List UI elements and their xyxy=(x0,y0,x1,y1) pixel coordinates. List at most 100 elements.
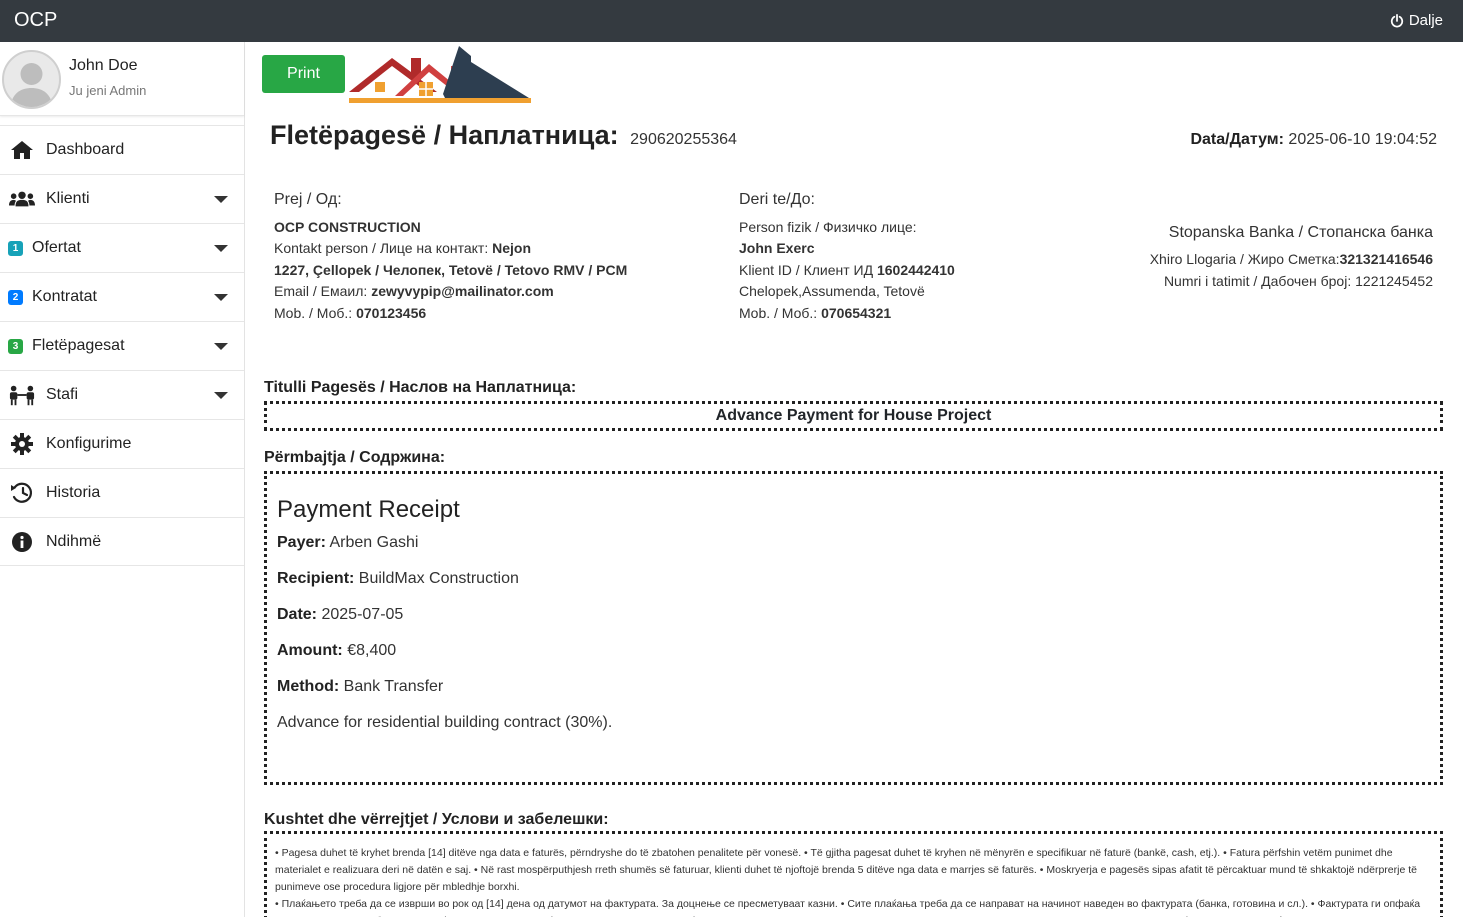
payer-value: Arben Gashi xyxy=(329,534,419,551)
sidebar-item-label: Ofertat xyxy=(32,239,81,256)
payer-label: Payer: xyxy=(277,534,326,551)
number-badge: 3 xyxy=(8,338,23,354)
sidebar-item-label: Stafi xyxy=(46,386,79,403)
sender-block: Prej / Од: OCP CONSTRUCTION Kontakt pers… xyxy=(274,189,627,324)
sidebar-item-label: Ndihmë xyxy=(46,532,102,550)
invoice-date: Data/Датум: 2025-06-10 19:04:52 xyxy=(1190,131,1437,149)
sidebar-item-ndihme[interactable]: Ndihmë xyxy=(0,517,244,566)
chevron-down-icon[interactable] xyxy=(214,294,228,301)
receipt-date-label: Date: xyxy=(277,606,318,623)
number-badge: 1 xyxy=(8,240,23,256)
account-label: Xhiro Llogaria / Жиро Сметка: xyxy=(1149,251,1340,267)
client-id-value: 1602442410 xyxy=(876,261,955,278)
home-icon xyxy=(9,139,35,161)
bank-name: Stopanska Banka / Стопанска банка xyxy=(1168,224,1433,241)
invoice-title: Fletëpagesë / Наплатница: 290620255364 xyxy=(270,120,737,151)
recipient-type: Person fizik / Физичко лице: xyxy=(739,218,917,235)
brand-logo-text[interactable]: OCP xyxy=(14,9,57,32)
mob-label: Mob. / Моб.: xyxy=(739,304,818,321)
bank-block: Stopanska Banka / Стопанска банка Xhiro … xyxy=(1150,222,1433,292)
content-heading: Përmbajtja / Содржина: xyxy=(264,449,446,466)
contact-value: Nejon xyxy=(492,240,531,256)
recipient-address: Chelopek,Assumenda, Tetovë xyxy=(739,283,925,299)
date-line: Date: 2025-07-05 xyxy=(277,606,1430,624)
user-avatar-icon xyxy=(10,63,53,107)
payment-title-box: Advance Payment for House Project xyxy=(264,401,1443,431)
sidebar-item-stafi[interactable]: Stafi xyxy=(0,370,244,419)
payment-title-heading: Titulli Pagesës / Наслов на Наплатница: xyxy=(264,379,577,396)
recipient-value: BuildMax Construction xyxy=(358,570,519,587)
sidebar-item-klienti[interactable]: Klienti xyxy=(0,174,244,223)
sidebar-item-label: Fletëpagesat xyxy=(32,337,125,354)
recipient-heading: Deri te/До: xyxy=(739,191,815,208)
company-logo-image xyxy=(349,46,531,103)
sidebar-item-label: Konfigurime xyxy=(46,435,132,452)
amount-value: €8,400 xyxy=(347,642,397,659)
contact-label: Kontakt person / Лице на контакт: xyxy=(274,240,489,256)
logout-label: Dalje xyxy=(1408,12,1443,29)
mob-label: Mob. / Моб.: xyxy=(274,304,353,321)
staff-icon xyxy=(9,384,35,406)
tax-value: 1221245452 xyxy=(1355,273,1433,289)
method-value: Bank Transfer xyxy=(343,678,444,695)
recipient-line: Recipient: BuildMax Construction xyxy=(277,570,1430,588)
method-label: Method: xyxy=(277,678,340,695)
users-icon xyxy=(9,188,35,210)
email-label: Email / Емаил: xyxy=(274,283,368,299)
invoice-title-text: Fletëpagesë / Наплатница: xyxy=(270,120,619,150)
recipient-name: John Exerc xyxy=(739,240,815,256)
mob-value: 070654321 xyxy=(821,304,892,321)
avatar xyxy=(2,50,61,109)
mob-value: 070123456 xyxy=(356,304,427,321)
sender-company: OCP CONSTRUCTION xyxy=(274,218,421,235)
sender-address: 1227, Çellopek / Челопек, Tetovë / Tetov… xyxy=(274,261,628,278)
invoice-number: 290620255364 xyxy=(630,131,737,148)
power-icon xyxy=(1390,13,1403,27)
amount-line: Amount: €8,400 xyxy=(277,642,1430,660)
sidebar-item-label: Klienti xyxy=(46,190,90,207)
sidebar: John Doe Ju jeni Admin Dashboard Klienti… xyxy=(0,42,245,917)
user-role: Ju jeni Admin xyxy=(69,83,147,98)
info-icon xyxy=(9,531,35,553)
sidebar-item-konfigurime[interactable]: Konfigurime xyxy=(0,419,244,468)
date-value: 2025-06-10 19:04:52 xyxy=(1288,131,1437,148)
terms-box: • Pagesa duhet të kryhet brenda [14] dit… xyxy=(264,831,1443,917)
sender-heading: Prej / Од: xyxy=(274,191,342,208)
terms-text-albanian: • Pagesa duhet të kryhet brenda [14] dit… xyxy=(275,847,1417,893)
sidebar-item-label: Kontratat xyxy=(32,288,97,305)
sidebar-item-historia[interactable]: Historia xyxy=(0,468,244,517)
receipt-heading: Payment Receipt xyxy=(277,496,460,523)
number-badge: 2 xyxy=(8,289,23,305)
recipient-label: Recipient: xyxy=(277,570,355,587)
sidebar-item-fletepagesat[interactable]: 3 Fletëpagesat xyxy=(0,321,244,370)
receipt-date-value: 2025-07-05 xyxy=(321,606,404,623)
method-line: Method: Bank Transfer xyxy=(277,678,1430,696)
logout-button[interactable]: Dalje xyxy=(1390,12,1443,29)
sidebar-item-kontratat[interactable]: 2 Kontratat xyxy=(0,272,244,321)
receipt-note: Advance for residential building contrac… xyxy=(277,714,613,731)
sidebar-item-dashboard[interactable]: Dashboard xyxy=(0,125,244,174)
sidebar-menu: Dashboard Klienti 1 Ofertat 2 Kontratat … xyxy=(0,125,244,566)
chevron-down-icon[interactable] xyxy=(214,392,228,399)
top-navbar: OCP Dalje xyxy=(0,0,1463,42)
gear-icon xyxy=(9,433,35,455)
user-name: John Doe xyxy=(69,57,138,74)
sidebar-item-label: Historia xyxy=(46,484,101,501)
terms-text-macedonian: • Плаќањето треба да се изврши во рок од… xyxy=(275,898,1421,917)
client-id-label: Klient ID / Клиент ИД xyxy=(739,261,874,278)
sidebar-item-label: Dashboard xyxy=(46,141,125,158)
chevron-down-icon[interactable] xyxy=(214,343,228,350)
chevron-down-icon[interactable] xyxy=(214,245,228,252)
print-button[interactable]: Print xyxy=(262,55,345,93)
sidebar-item-ofertat[interactable]: 1 Ofertat xyxy=(0,223,244,272)
terms-heading: Kushtet dhe vërrejtjet / Услови и забеле… xyxy=(264,811,609,828)
payer-line: Payer: Arben Gashi xyxy=(277,534,1430,552)
date-label: Data/Датум: xyxy=(1190,131,1284,148)
chevron-down-icon[interactable] xyxy=(214,196,228,203)
account-value: 321321416546 xyxy=(1339,251,1433,267)
history-icon xyxy=(9,482,35,504)
amount-label: Amount: xyxy=(277,642,343,659)
tax-label: Numri i tatimit / Дабочен број: xyxy=(1163,273,1352,289)
email-value: zewyvypip@mailinator.com xyxy=(371,283,554,299)
user-panel: John Doe Ju jeni Admin xyxy=(0,44,244,116)
